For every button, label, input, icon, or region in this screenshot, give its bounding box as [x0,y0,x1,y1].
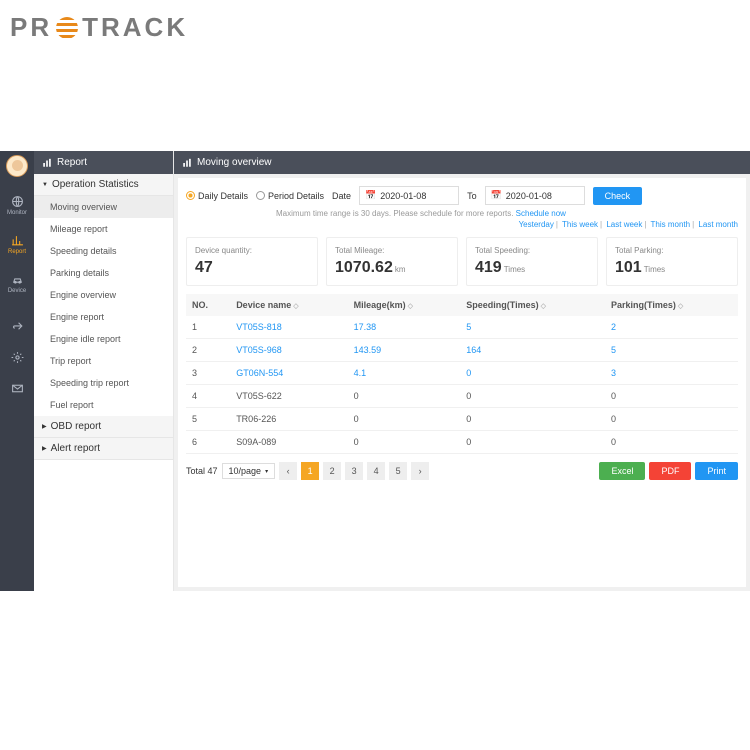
quick-yesterday[interactable]: Yesterday [519,220,554,229]
date-from[interactable]: 📅2020-01-08 [359,186,459,205]
device-link[interactable]: VT05S-818 [230,316,347,339]
print-button[interactable]: Print [695,462,738,480]
card-speeding: Total Speeding:419Times [466,237,598,286]
col-parking[interactable]: Parking(Times)◇ [605,294,738,316]
col-mileage[interactable]: Mileage(km)◇ [348,294,461,316]
pager-2[interactable]: 2 [323,462,341,480]
nav-rail: Monitor Report Device [0,151,34,591]
schedule-link[interactable]: Schedule now [516,209,566,218]
group-alert[interactable]: ▶Alert report [34,438,173,460]
nav-monitor[interactable]: Monitor [0,191,34,220]
item-moving-overview[interactable]: Moving overview [34,196,173,218]
excel-button[interactable]: Excel [599,462,645,480]
table-row: 1VT05S-81817.3852 [186,316,738,339]
table-row: 4VT05S-622000 [186,385,738,408]
pager-3[interactable]: 3 [345,462,363,480]
pager-5[interactable]: 5 [389,462,407,480]
filter-bar: Daily Details Period Details Date 📅2020-… [186,186,738,205]
table-row: 3GT06N-5544.103 [186,362,738,385]
col-speeding[interactable]: Speeding(Times)◇ [460,294,605,316]
device-link[interactable]: GT06N-554 [230,362,347,385]
share-icon [11,320,24,333]
nav-settings[interactable] [11,347,24,368]
page-size-select[interactable]: 10/page ▾ [222,463,276,479]
export-buttons: Excel PDF Print [599,462,738,480]
device-link: S09A-089 [230,431,347,454]
bars-icon [42,158,52,168]
quick-last-month[interactable]: Last month [698,220,738,229]
to-label: To [467,191,477,201]
brand-logo: PRTRACK [0,0,750,51]
item-engine-idle[interactable]: Engine idle report [34,328,173,350]
main-panel: Moving overview Daily Details Period Det… [174,151,750,591]
date-to[interactable]: 📅2020-01-08 [485,186,585,205]
item-trip[interactable]: Trip report [34,350,173,372]
pager-4[interactable]: 4 [367,462,385,480]
sidebar: Report ▼Operation Statistics Moving over… [34,151,174,591]
item-speeding-trip[interactable]: Speeding trip report [34,372,173,394]
hint-text: Maximum time range is 30 days. Please sc… [276,209,738,218]
pager-prev[interactable]: ‹ [279,462,297,480]
gear-icon [11,351,24,364]
pager-next[interactable]: › [411,462,429,480]
device-link[interactable]: VT05S-968 [230,339,347,362]
col-no[interactable]: NO. [186,294,230,316]
device-link: TR06-226 [230,408,347,431]
nav-mail[interactable] [11,378,24,399]
card-mileage: Total Mileage:1070.62km [326,237,458,286]
data-table: NO. Device name◇ Mileage(km)◇ Speeding(T… [186,294,738,454]
logo-icon [56,17,78,39]
card-device-qty: Device quantity:47 [186,237,318,286]
pdf-button[interactable]: PDF [649,462,691,480]
item-engine-overview[interactable]: Engine overview [34,284,173,306]
panel-title: Moving overview [174,151,750,174]
item-mileage[interactable]: Mileage report [34,218,173,240]
nav-device[interactable]: Device [0,269,34,298]
nav-label: Report [8,249,26,255]
card-parking: Total Parking:101Times [606,237,738,286]
pagination: Total 47 10/page ▾ ‹ 1 2 3 4 5 › [186,462,429,480]
car-icon [11,273,24,286]
chart-icon [11,234,24,247]
nav-label: Device [8,288,26,294]
group-obd[interactable]: ▶OBD report [34,416,173,438]
pager-total: Total 47 [186,466,218,476]
bars-icon [182,158,192,168]
device-link: VT05S-622 [230,385,347,408]
radio-daily[interactable]: Daily Details [186,191,248,201]
table-row: 2VT05S-968143.591645 [186,339,738,362]
nav-share[interactable] [11,316,24,337]
group-operation[interactable]: ▼Operation Statistics [34,174,173,196]
quick-links: Yesterday| This week| Last week| This mo… [186,220,738,229]
date-label: Date [332,191,351,201]
nav-label: Monitor [7,210,27,216]
summary-cards: Device quantity:47 Total Mileage:1070.62… [186,237,738,286]
sidebar-title: Report [34,151,173,174]
avatar[interactable] [6,155,28,177]
quick-this-week[interactable]: This week [562,220,598,229]
item-fuel[interactable]: Fuel report [34,394,173,416]
globe-icon [11,195,24,208]
quick-last-week[interactable]: Last week [606,220,642,229]
mail-icon [11,382,24,395]
table-row: 6S09A-089000 [186,431,738,454]
quick-this-month[interactable]: This month [651,220,691,229]
nav-report[interactable]: Report [0,230,34,259]
pager-1[interactable]: 1 [301,462,319,480]
col-name[interactable]: Device name◇ [230,294,347,316]
radio-period[interactable]: Period Details [256,191,324,201]
calendar-icon: 📅 [491,190,502,201]
check-button[interactable]: Check [593,187,643,205]
table-row: 5TR06-226000 [186,408,738,431]
item-engine-report[interactable]: Engine report [34,306,173,328]
calendar-icon: 📅 [365,190,376,201]
item-speeding[interactable]: Speeding details [34,240,173,262]
item-parking[interactable]: Parking details [34,262,173,284]
